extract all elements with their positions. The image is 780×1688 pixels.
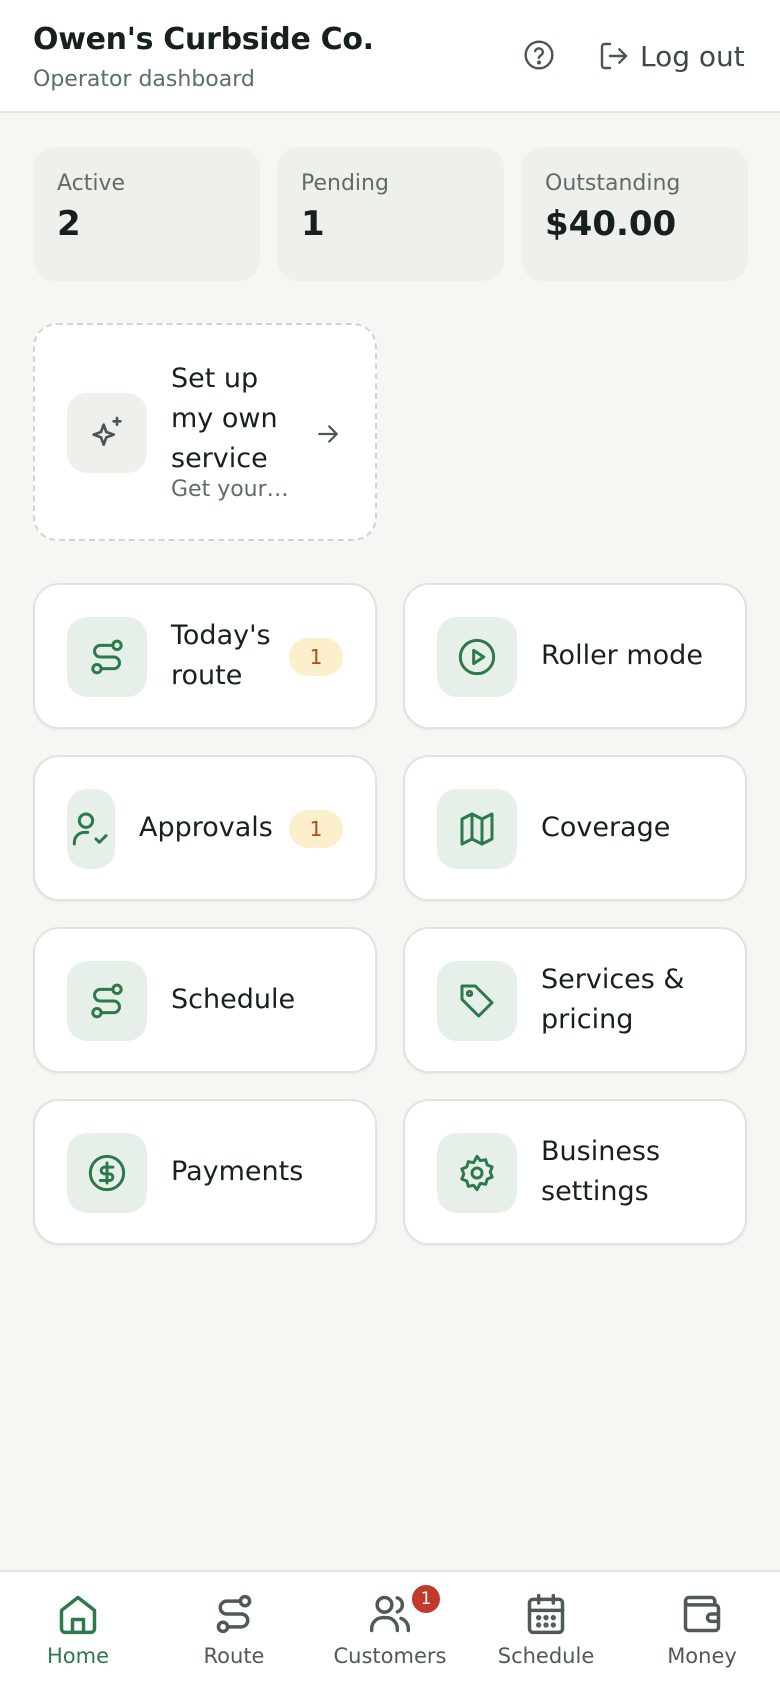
stat-label: Pending: [301, 171, 389, 196]
nav-route[interactable]: Route: [156, 1572, 312, 1688]
arrow-right-icon: [318, 425, 338, 443]
tile-payments[interactable]: Payments: [33, 1099, 377, 1245]
help-button[interactable]: [522, 38, 556, 72]
nav-money[interactable]: Money: [624, 1572, 780, 1688]
route-icon: [91, 983, 123, 1019]
route-icon: [216, 1594, 252, 1634]
nav-schedule[interactable]: Schedule: [468, 1572, 624, 1688]
play-circle-icon: [458, 638, 496, 676]
stat-value: 2: [57, 204, 81, 244]
logout-label: Log out: [640, 39, 745, 73]
gear-icon: [460, 1154, 494, 1192]
setup-subtitle: Get your ...: [171, 477, 293, 502]
tile-label: Services & pricing: [541, 964, 685, 1035]
tile-business-settings[interactable]: Business settings: [403, 1099, 747, 1245]
tile-label: Approvals: [139, 812, 273, 843]
nav-label: Route: [203, 1644, 265, 1668]
count-badge: 1: [289, 638, 343, 676]
user-check-icon: [72, 812, 108, 846]
notification-badge: 1: [409, 1582, 443, 1616]
tile-label: Roller mode: [541, 640, 703, 671]
page-subtitle: Operator dashboard: [33, 67, 255, 92]
nav-label: Money: [667, 1644, 737, 1668]
tile-schedule[interactable]: Schedule: [33, 927, 377, 1073]
wallet-icon: [683, 1595, 721, 1633]
page-title: Owen's Curbside Co.: [33, 22, 374, 57]
stat-label: Outstanding: [545, 171, 681, 196]
setup-title: Set up my own service: [171, 363, 278, 474]
route-icon: [91, 639, 123, 675]
tile-icon-box: [437, 1133, 517, 1213]
map-icon: [460, 812, 494, 846]
setup-icon-box: [67, 393, 147, 473]
users-icon: [369, 1595, 411, 1633]
tile-label: Schedule: [171, 984, 296, 1015]
help-circle-icon: [524, 40, 554, 70]
tile-services-pricing[interactable]: Services & pricing: [403, 927, 747, 1073]
tile-icon-box: [437, 617, 517, 697]
logout-button[interactable]: Log out: [598, 36, 745, 76]
tile-label: Payments: [171, 1156, 304, 1187]
tile-label: Business settings: [541, 1136, 661, 1207]
tag-icon: [460, 984, 494, 1018]
logout-icon: [600, 42, 628, 70]
setup-service-card[interactable]: Set up my own service Get your ...: [33, 323, 377, 541]
tile-todays-route[interactable]: Today's route 1: [33, 583, 377, 729]
bottom-nav: Home Route 1 Customers Schedule Money: [0, 1570, 780, 1688]
tile-icon-box: [67, 1133, 147, 1213]
stat-pending: Pending 1: [277, 147, 504, 281]
sparkles-icon: [92, 416, 122, 446]
tile-icon-box: [437, 961, 517, 1041]
count-badge: 1: [289, 810, 343, 848]
nav-label: Home: [46, 1644, 109, 1668]
nav-label: Schedule: [497, 1644, 595, 1668]
nav-label: Customers: [333, 1644, 447, 1668]
stat-value: 1: [301, 204, 325, 244]
tile-icon-box: [67, 961, 147, 1041]
home-icon: [59, 1595, 97, 1635]
stat-label: Active: [57, 171, 126, 196]
stat-outstanding: Outstanding $40.00: [521, 147, 748, 281]
tile-icon-box: [67, 617, 147, 697]
nav-customers[interactable]: 1 Customers: [312, 1572, 468, 1688]
nav-home[interactable]: Home: [0, 1572, 156, 1688]
tile-icon-box: [437, 789, 517, 869]
calendar-icon: [527, 1593, 565, 1635]
dollar-circle-icon: [88, 1154, 126, 1192]
tile-coverage[interactable]: Coverage: [403, 755, 747, 901]
tile-roller-mode[interactable]: Roller mode: [403, 583, 747, 729]
app-header: Owen's Curbside Co. Operator dashboard L…: [0, 0, 780, 113]
tile-label: Coverage: [541, 812, 671, 843]
tile-icon-box: [67, 789, 115, 869]
stat-active: Active 2: [33, 147, 260, 281]
tile-approvals[interactable]: Approvals 1: [33, 755, 377, 901]
stat-value: $40.00: [545, 204, 677, 244]
